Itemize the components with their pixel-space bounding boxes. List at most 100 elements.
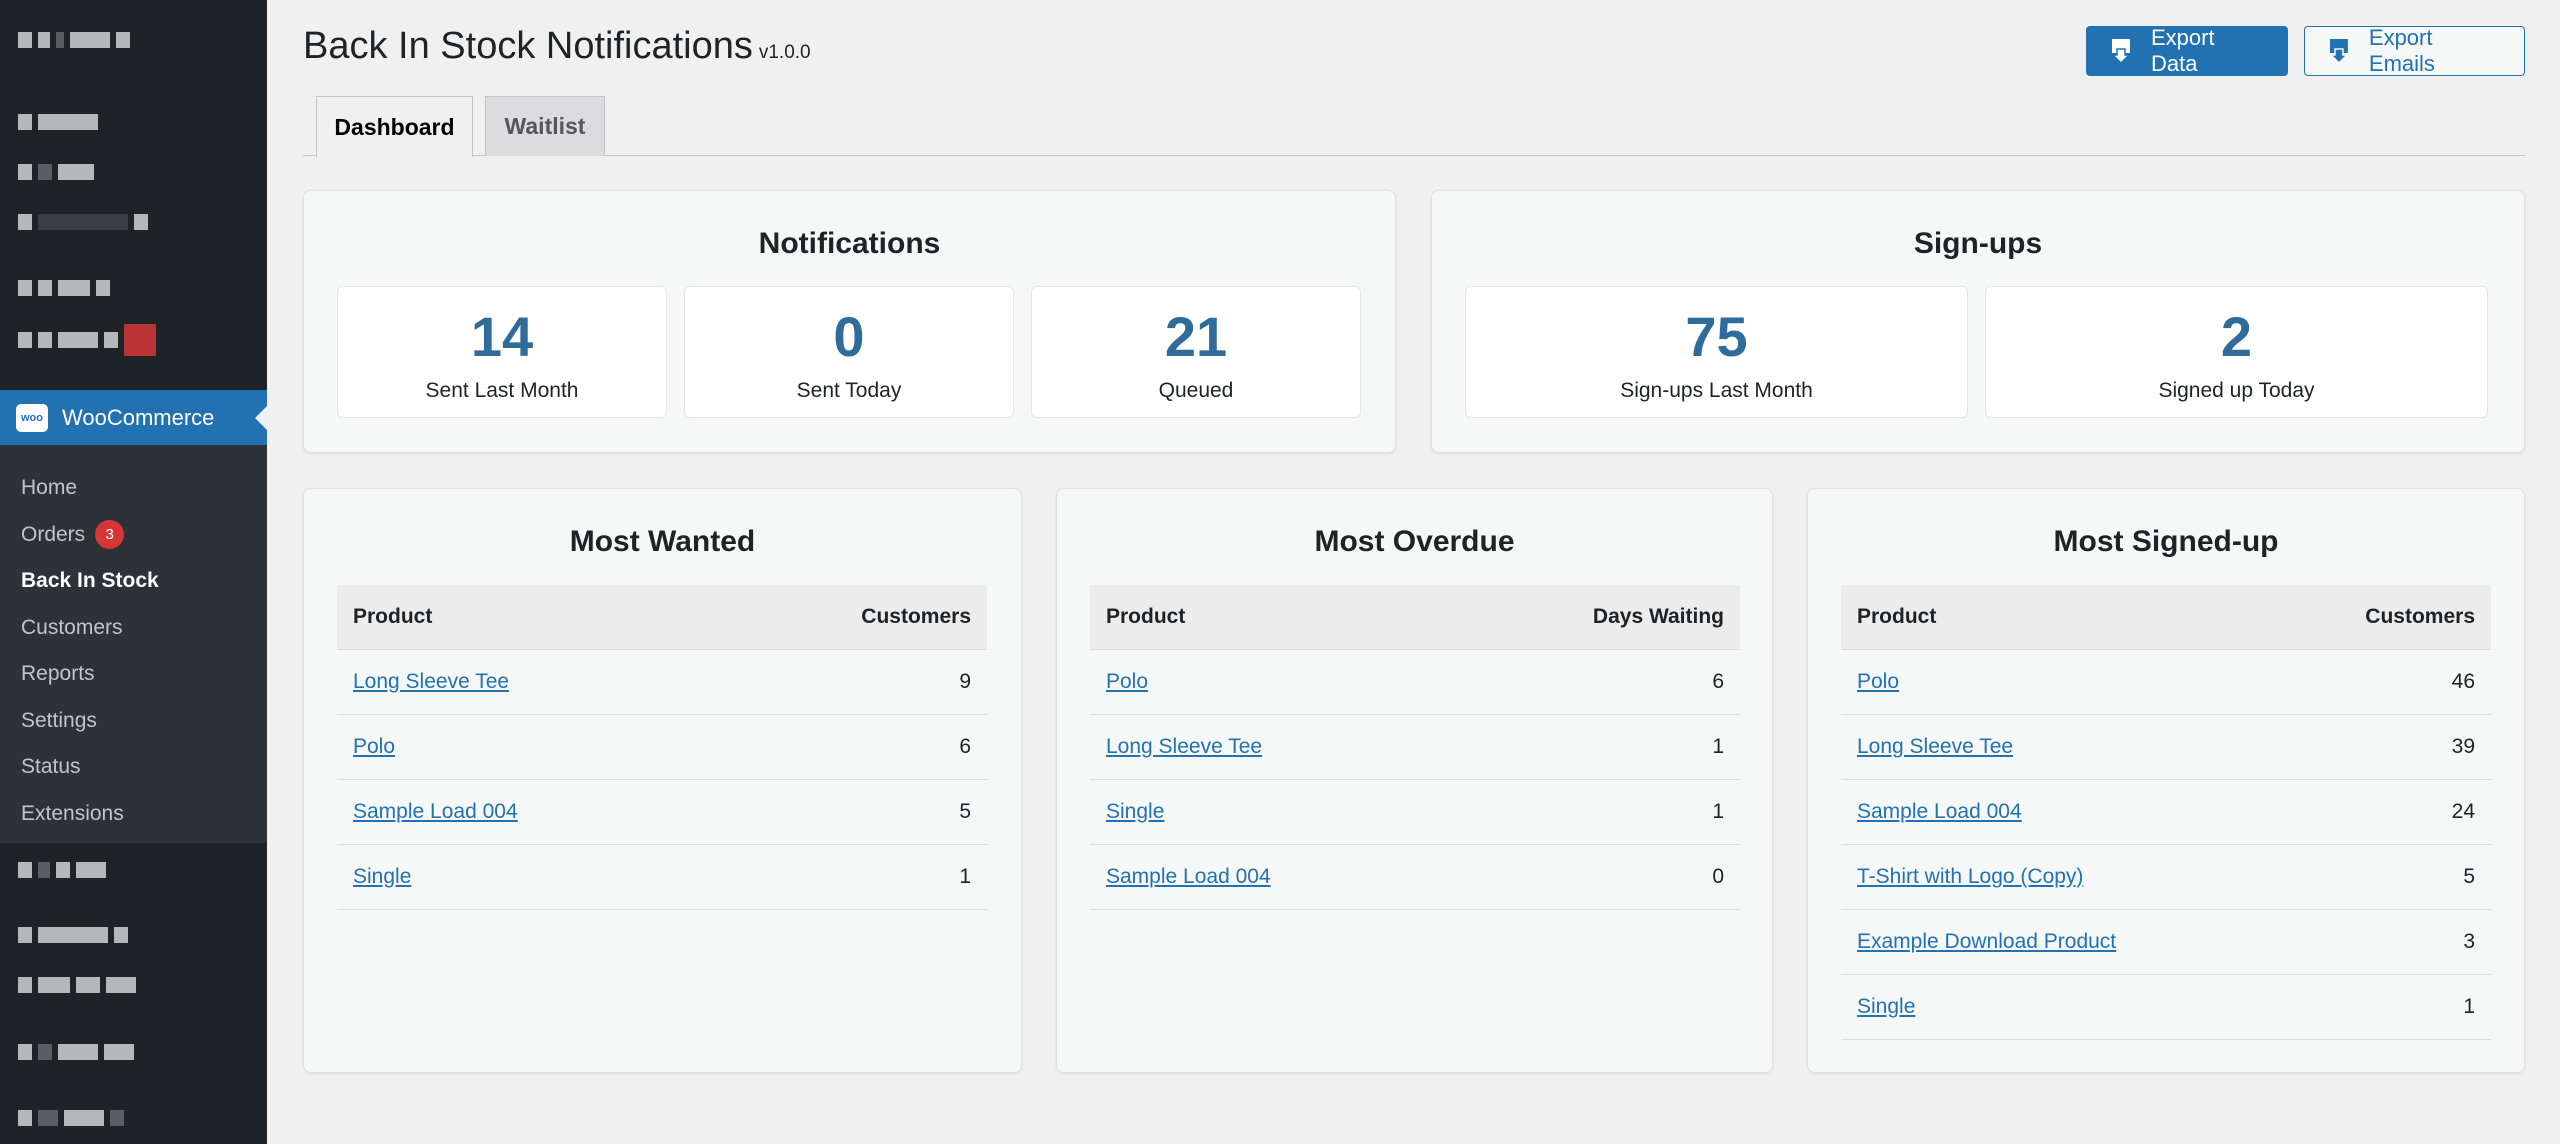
sidebar-item-woocommerce[interactable]: woo WooCommerce <box>0 390 267 445</box>
stat-value: 14 <box>470 305 534 368</box>
product-link[interactable]: Sample Load 004 <box>353 800 518 823</box>
submenu-item-label: Back In Stock <box>21 569 159 593</box>
tabs-divider <box>303 155 2525 156</box>
stat-signed-up-today: 2 Signed up Today <box>1985 286 2488 418</box>
customers-count: 9 <box>714 649 987 715</box>
most-wanted-table: Product Customers Long Sleeve Tee 9 Polo 6… <box>337 585 987 910</box>
stat-signups-last-month: 75 Sign-ups Last Month <box>1465 286 1968 418</box>
table-row: Long Sleeve Tee 39 <box>1841 714 2491 780</box>
most-signed-up-table: Product Customers Polo 46 Long Sleeve Tee… <box>1841 585 2491 1040</box>
sidebar-item-redacted[interactable] <box>18 1042 134 1062</box>
column-header-product: Product <box>1841 585 2279 650</box>
sidebar-item-redacted[interactable] <box>18 925 128 945</box>
days-waiting-count: 1 <box>1445 714 1740 780</box>
submenu-item-settings[interactable]: Settings <box>0 698 267 745</box>
product-link[interactable]: Single <box>1106 800 1164 823</box>
product-link[interactable]: Long Sleeve Tee <box>1857 735 2013 758</box>
days-waiting-count: 0 <box>1445 844 1740 910</box>
product-link[interactable]: T-Shirt with Logo (Copy) <box>1857 865 2083 888</box>
submenu-item-home[interactable]: Home <box>0 465 267 512</box>
column-header-product: Product <box>1090 585 1446 650</box>
stat-queued: 21 Queued <box>1031 286 1361 418</box>
column-header-product: Product <box>337 585 715 650</box>
product-link[interactable]: Polo <box>1106 670 1148 693</box>
sidebar-item-redacted[interactable] <box>18 278 110 298</box>
card-title: Most Signed-up <box>2053 525 2279 558</box>
card-title: Most Overdue <box>1314 525 1515 558</box>
table-row: Polo 46 <box>1841 649 2491 715</box>
sidebar-item-label: WooCommerce <box>62 404 215 430</box>
most-signed-up-card: Most Signed-up Product Customers Polo 46 … <box>1807 488 2525 1073</box>
stat-sent-today: 0 Sent Today <box>684 286 1014 418</box>
table-header-row: Product Customers <box>1841 585 2491 650</box>
customers-count: 1 <box>714 844 987 910</box>
sidebar-item-redacted[interactable] <box>18 112 98 132</box>
product-link[interactable]: Sample Load 004 <box>1857 800 2022 823</box>
submenu-item-label: Settings <box>21 708 97 732</box>
customers-count: 46 <box>2278 649 2491 715</box>
export-emails-button[interactable]: Export Emails <box>2304 25 2525 76</box>
sidebar-item-redacted[interactable] <box>18 975 136 995</box>
customers-count: 5 <box>2278 844 2491 910</box>
stat-label: Sent Today <box>796 379 902 402</box>
table-row: Single 1 <box>1090 779 1740 845</box>
stat-sent-last-month: 14 Sent Last Month <box>337 286 667 418</box>
table-row: T-Shirt with Logo (Copy) 5 <box>1841 844 2491 910</box>
most-wanted-card: Most Wanted Product Customers Long Sleev… <box>303 488 1022 1073</box>
card-title: Most Wanted <box>569 525 756 558</box>
column-header-days-waiting: Days Waiting <box>1445 585 1740 650</box>
submenu-item-reports[interactable]: Reports <box>0 651 267 698</box>
product-link[interactable]: Sample Load 004 <box>1106 865 1271 888</box>
product-link[interactable]: Long Sleeve Tee <box>353 670 509 693</box>
column-header-customers: Customers <box>714 585 987 650</box>
table-row: Sample Load 004 0 <box>1090 844 1740 910</box>
stat-value: 75 <box>1685 305 1748 368</box>
table-row: Example Download Product 3 <box>1841 909 2491 975</box>
sidebar-item-redacted[interactable] <box>18 212 148 232</box>
submenu-item-orders[interactable]: Orders 3 <box>0 512 267 559</box>
customers-count: 39 <box>2278 714 2491 780</box>
table-row: Polo 6 <box>1090 649 1740 715</box>
product-link[interactable]: Polo <box>353 735 395 758</box>
sidebar-item-redacted[interactable] <box>18 1108 124 1128</box>
page-title-text: Back In Stock Notifications <box>303 25 753 67</box>
submenu-item-status[interactable]: Status <box>0 744 267 791</box>
tab-waitlist[interactable]: Waitlist <box>485 96 605 156</box>
sidebar-item-redacted[interactable] <box>18 30 130 50</box>
stat-label: Signed up Today <box>2158 379 2315 402</box>
version-label: v1.0.0 <box>758 42 811 63</box>
sidebar-item-redacted[interactable] <box>18 860 106 880</box>
product-link[interactable]: Long Sleeve Tee <box>1106 735 1262 758</box>
submenu-item-extensions[interactable]: Extensions <box>0 791 267 838</box>
product-link[interactable]: Single <box>353 865 411 888</box>
customers-count: 1 <box>2278 974 2491 1040</box>
download-arrow-icon <box>2329 39 2349 65</box>
submenu-item-label: Extensions <box>21 801 124 825</box>
tab-dashboard[interactable]: Dashboard <box>316 96 473 157</box>
product-link[interactable]: Polo <box>1857 670 1899 693</box>
export-data-button[interactable]: Export Data <box>2086 25 2288 76</box>
woocommerce-logo-icon: woo <box>16 403 48 432</box>
export-emails-label: Export Emails <box>2368 25 2435 76</box>
submenu-item-back-in-stock[interactable]: Back In Stock <box>0 558 267 605</box>
sidebar-item-redacted[interactable] <box>18 324 156 356</box>
table-row: Sample Load 004 24 <box>1841 779 2491 845</box>
table-header-row: Product Customers <box>337 585 987 650</box>
customers-count: 5 <box>714 779 987 845</box>
export-data-label: Export Data <box>2150 25 2215 76</box>
page-title: Back In Stock Notifications v1.0.0 <box>303 25 811 68</box>
table-row: Sample Load 004 5 <box>337 779 987 845</box>
download-arrow-icon <box>2111 39 2131 65</box>
submenu-item-label: Orders <box>21 522 86 546</box>
product-link[interactable]: Single <box>1857 995 1915 1018</box>
stat-value: 0 <box>833 305 865 368</box>
days-waiting-count: 6 <box>1445 649 1740 715</box>
most-overdue-table: Product Days Waiting Polo 6 Long Sleeve T… <box>1090 585 1740 910</box>
card-title: Notifications <box>758 227 941 260</box>
submenu-item-customers[interactable]: Customers <box>0 605 267 652</box>
table-header-row: Product Days Waiting <box>1090 585 1740 650</box>
sidebar-item-redacted[interactable] <box>18 162 94 182</box>
woocommerce-submenu: Home Orders 3 Back In Stock Customers Rep… <box>0 445 267 843</box>
product-link[interactable]: Example Download Product <box>1857 930 2116 953</box>
orders-count-badge: 3 <box>95 520 125 550</box>
